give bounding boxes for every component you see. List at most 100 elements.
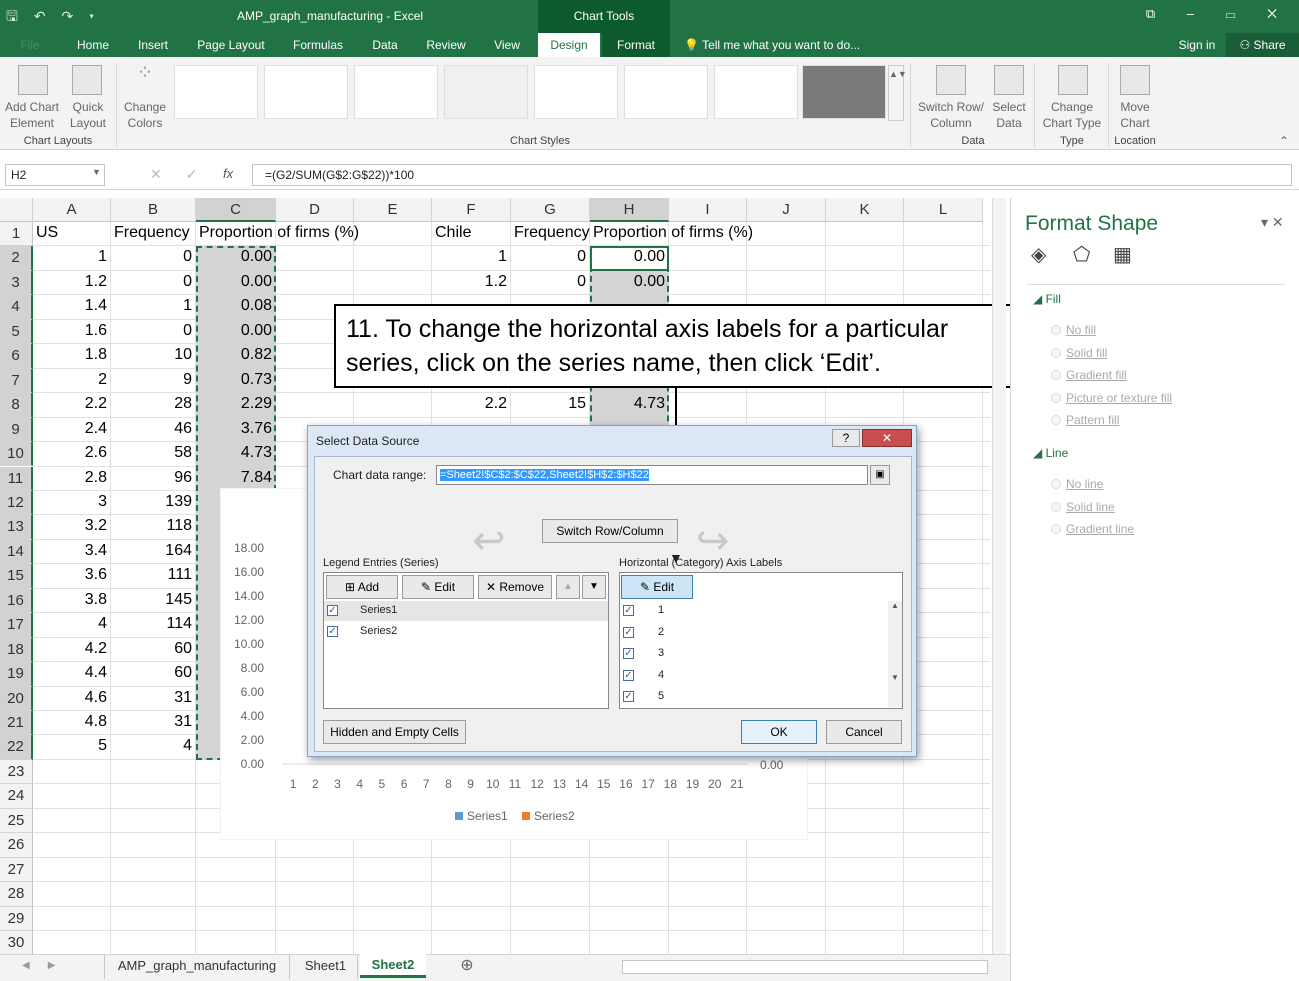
cell-a8[interactable]: 2.2	[36, 395, 107, 413]
cell-c5[interactable]: 0.00	[199, 322, 272, 340]
switch-row-column-dialog-button[interactable]: Switch Row/Column	[542, 519, 678, 543]
help-button[interactable]: ?	[832, 429, 860, 447]
tab-data[interactable]: Data	[358, 33, 412, 57]
cell-c2[interactable]: 0.00	[199, 248, 272, 266]
row-header-26[interactable]: 26	[0, 833, 33, 858]
cell-c1[interactable]: Proportion of firms (%)	[199, 224, 399, 242]
add-series-button[interactable]: ⊞ Add	[326, 575, 398, 599]
new-sheet-button[interactable]: ⊕	[452, 955, 482, 979]
cell-a9[interactable]: 2.4	[36, 420, 107, 438]
move-down-button[interactable]: ▼	[582, 575, 606, 599]
cell-a4[interactable]: 1.4	[36, 297, 107, 315]
column-header-e[interactable]: E	[354, 198, 432, 222]
axis-item-checkbox[interactable]: ✓	[623, 669, 634, 681]
cell-b12[interactable]: 139	[114, 493, 192, 511]
cell-g1[interactable]: Frequency	[514, 224, 590, 242]
chart-style-1[interactable]	[174, 65, 258, 119]
cell-g3[interactable]: 0	[514, 273, 586, 291]
cell-b6[interactable]: 10	[114, 346, 192, 364]
cell-c7[interactable]: 0.73	[199, 371, 272, 389]
ok-button[interactable]: OK	[741, 720, 817, 744]
cancel-enter-icons[interactable]: ✕✓	[150, 166, 221, 183]
cell-h8[interactable]: 4.73	[593, 395, 665, 413]
series2-checkbox[interactable]: ✓	[327, 626, 338, 637]
cell-a13[interactable]: 3.2	[36, 517, 107, 535]
cell-a7[interactable]: 2	[36, 371, 107, 389]
line-option-label[interactable]: No line	[1066, 477, 1103, 491]
cell-b16[interactable]: 145	[114, 591, 192, 609]
horizontal-scrollbar[interactable]	[622, 960, 988, 974]
collapse-ribbon-icon[interactable]: ⌃	[1276, 133, 1292, 149]
chart-range-input[interactable]: =Sheet2!$C$2:$C$22,Sheet2!$H$2:$H$22	[436, 465, 868, 485]
row-header-27[interactable]: 27	[0, 857, 33, 883]
vertical-scrollbar[interactable]	[992, 198, 1006, 954]
cell-c6[interactable]: 0.82	[199, 346, 272, 364]
row-header-17[interactable]: 17	[0, 613, 33, 638]
sheet-tab-sheet2[interactable]: Sheet2	[360, 954, 426, 978]
add-chart-element-button[interactable]: Add Chart Element	[2, 99, 62, 131]
row-header-19[interactable]: 19	[0, 662, 33, 687]
quick-layout-button[interactable]: Quick Layout	[62, 99, 114, 131]
row-header-9[interactable]: 9	[0, 417, 33, 443]
cell-h1[interactable]: Proportion of firms (%)	[593, 224, 793, 242]
fill-option-label[interactable]: Gradient fill	[1066, 368, 1127, 382]
cell-a21[interactable]: 4.8	[36, 713, 107, 731]
cell-b18[interactable]: 60	[114, 640, 192, 658]
cell-b5[interactable]: 0	[114, 322, 192, 340]
row-header-24[interactable]: 24	[0, 784, 33, 809]
fill-radio[interactable]	[1051, 392, 1061, 403]
cell-a10[interactable]: 2.6	[36, 444, 107, 462]
cell-h2[interactable]: 0.00	[593, 248, 665, 266]
tell-me-box[interactable]: 💡 Tell me what you want to do...	[684, 33, 874, 57]
cell-f3[interactable]: 1.2	[435, 273, 507, 291]
cell-b3[interactable]: 0	[114, 273, 192, 291]
row-header-29[interactable]: 29	[0, 906, 33, 932]
axis-item-checkbox[interactable]: ✓	[623, 691, 634, 702]
chart-style-5[interactable]	[534, 65, 618, 119]
fill-option-label[interactable]: No fill	[1066, 323, 1096, 337]
column-header-k[interactable]: K	[826, 198, 904, 222]
cell-b2[interactable]: 0	[114, 248, 192, 266]
chart-style-4[interactable]	[444, 65, 528, 119]
axis-list-scrollbar[interactable]: ▲ ▼	[888, 601, 902, 707]
cell-c4[interactable]: 0.08	[199, 297, 272, 315]
chart-style-6[interactable]	[624, 65, 708, 119]
cell-g2[interactable]: 0	[514, 248, 586, 266]
column-header-f[interactable]: F	[432, 198, 511, 222]
formula-input[interactable]: =(G2/SUM(G$2:G$22))*100	[252, 164, 1292, 186]
row-header-30[interactable]: 30	[0, 931, 33, 954]
sheet-tab-amp[interactable]: AMP_graph_manufacturing	[104, 955, 290, 979]
line-section-header[interactable]: ◢ Line	[1033, 446, 1068, 460]
close-button[interactable]: ✕	[862, 429, 912, 447]
share-button[interactable]: ⚇ Share	[1226, 33, 1299, 57]
row-header-14[interactable]: 14	[0, 539, 33, 565]
row-header-22[interactable]: 22	[0, 735, 33, 760]
column-header-j[interactable]: J	[747, 198, 826, 222]
chart-style-2[interactable]	[264, 65, 348, 119]
row-header-4[interactable]: 4	[0, 295, 33, 320]
cell-f2[interactable]: 1	[435, 248, 507, 266]
effects-icon[interactable]: ⬠	[1073, 242, 1090, 267]
cell-a17[interactable]: 4	[36, 615, 107, 633]
cell-b15[interactable]: 111	[114, 566, 192, 584]
column-header-h[interactable]: H	[590, 198, 669, 222]
column-header-a[interactable]: A	[33, 198, 111, 222]
line-radio[interactable]	[1051, 524, 1061, 534]
chart-style-8[interactable]	[802, 65, 886, 119]
column-header-d[interactable]: D	[276, 198, 354, 222]
sheet-nav-arrows[interactable]: ◀▶	[22, 960, 73, 971]
series1-checkbox[interactable]: ✓	[327, 605, 338, 616]
cell-a11[interactable]: 2.8	[36, 469, 107, 487]
fill-radio[interactable]	[1051, 415, 1061, 425]
size-properties-icon[interactable]: ▦	[1113, 242, 1132, 267]
row-header-1[interactable]: 1	[0, 222, 33, 247]
row-header-5[interactable]: 5	[0, 319, 33, 345]
fill-option-label[interactable]: Solid fill	[1066, 346, 1107, 360]
cell-f8[interactable]: 2.2	[435, 395, 507, 413]
row-header-20[interactable]: 20	[0, 686, 33, 711]
cell-c8[interactable]: 2.29	[199, 395, 272, 413]
cell-c10[interactable]: 4.73	[199, 444, 272, 462]
range-collapse-icon[interactable]: ▣	[870, 465, 890, 485]
cell-c9[interactable]: 3.76	[199, 420, 272, 438]
cell-a3[interactable]: 1.2	[36, 273, 107, 291]
